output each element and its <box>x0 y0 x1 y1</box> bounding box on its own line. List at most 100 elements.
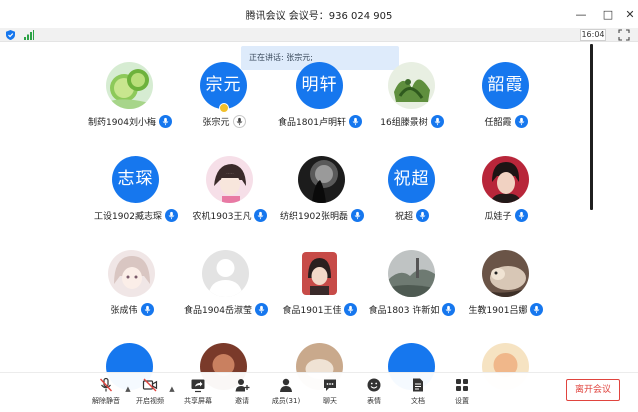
avatar <box>482 250 529 297</box>
camera-off-icon <box>142 378 158 392</box>
mic-icon[interactable] <box>158 115 172 128</box>
close-icon[interactable]: ✕ <box>619 4 638 24</box>
fullscreen-icon[interactable] <box>618 29 630 41</box>
mic-icon[interactable] <box>140 303 154 316</box>
start-video-label: 开启视频 <box>136 397 164 405</box>
participant-name: 16组滕景树 <box>380 118 428 128</box>
participant-name: 生教1901吕娜 <box>468 306 528 316</box>
avatar <box>296 250 343 297</box>
leave-meeting-button[interactable]: 离开会议 <box>566 379 620 401</box>
host-badge-icon <box>219 103 229 113</box>
scroll-rail[interactable] <box>590 44 593 210</box>
docs-button[interactable]: 文档 <box>398 377 438 411</box>
silhouette-photo-icon <box>298 156 345 203</box>
smiley-icon <box>367 378 381 392</box>
maximize-icon[interactable]: □ <box>597 4 619 24</box>
members-button[interactable]: 成员(31) <box>266 377 306 411</box>
avatar <box>388 62 435 109</box>
unmute-button[interactable]: 解除静音 <box>86 377 126 411</box>
meeting-clock: 16:04 <box>580 29 606 41</box>
participant-tile[interactable]: 制药1904刘小梅 <box>82 62 178 140</box>
participant-name: 食品1801卢明轩 <box>278 118 346 128</box>
mic-icon[interactable] <box>344 303 358 316</box>
participant-name: 祝超 <box>394 212 413 222</box>
share-screen-icon <box>191 379 205 393</box>
cartoon-avatar-icon <box>302 252 337 295</box>
shield-icon[interactable] <box>6 30 15 40</box>
status-bar: 16:04 <box>0 28 638 42</box>
avatar <box>298 156 345 203</box>
avatar <box>388 250 435 297</box>
chat-label: 聊天 <box>323 397 337 405</box>
title-bar: 腾讯会议 会议号：936 024 905 — □ ✕ <box>0 0 638 28</box>
mic-icon[interactable] <box>416 209 429 222</box>
participant-name: 食品1803 许新如 <box>368 306 440 316</box>
mic-icon[interactable] <box>164 209 178 222</box>
avatar <box>108 250 155 297</box>
participant-tile[interactable]: 张成伟 <box>84 250 180 328</box>
plant-photo-icon <box>388 62 435 109</box>
participant-tile[interactable]: 祝超 祝超 <box>364 156 460 234</box>
avatar: 韶霞 <box>482 62 529 109</box>
participant-tile[interactable]: 韶霞 任韶霞 <box>458 62 554 140</box>
unmute-label: 解除静音 <box>92 397 120 405</box>
participant-tile[interactable]: 生教1901吕娜 <box>458 250 554 328</box>
avatar <box>206 156 253 203</box>
mic-icon[interactable] <box>530 303 544 316</box>
avatar <box>482 156 529 203</box>
document-icon <box>413 378 423 392</box>
portrait-photo-icon <box>482 156 529 203</box>
share-screen-label: 共享屏幕 <box>184 397 212 405</box>
settings-label: 设置 <box>455 397 469 405</box>
members-icon <box>280 378 292 392</box>
participant-name: 任韶霞 <box>484 118 512 128</box>
start-video-button[interactable]: 开启视频 <box>130 377 170 411</box>
avatar: 志琛 <box>112 156 159 203</box>
participant-name: 纺织1902张明磊 <box>280 212 348 222</box>
default-user-icon <box>202 250 249 297</box>
participant-name: 农机1903王凡 <box>192 212 252 222</box>
meeting-toolbar: 解除静音 ▲ 开启视频 ▲ 共享屏幕 邀请 成员(31) 聊天 表情 文档 设置 <box>0 372 638 412</box>
pet-photo-icon <box>482 250 529 297</box>
participant-name: 工设1902臧志琛 <box>94 212 162 222</box>
participant-tile[interactable]: 志琛 工设1902臧志琛 <box>88 156 184 234</box>
participant-name: 食品1904岳淑莹 <box>184 306 252 316</box>
mic-icon[interactable] <box>514 115 528 128</box>
participant-name: 瓜娃子 <box>484 212 512 222</box>
settings-button[interactable]: 设置 <box>442 377 482 411</box>
reaction-button[interactable]: 表情 <box>354 377 394 411</box>
window-title: 腾讯会议 会议号：936 024 905 <box>245 11 393 22</box>
avatar <box>106 62 153 109</box>
participant-tile[interactable]: 瓜娃子 <box>458 156 554 234</box>
participant-tile[interactable]: 宗元 张宗元 <box>176 62 272 140</box>
participant-tile[interactable]: 明轩 食品1801卢明轩 <box>272 62 368 140</box>
avatar: 宗元 <box>200 62 247 109</box>
invite-button[interactable]: 邀请 <box>222 377 262 411</box>
participant-name: 张成伟 <box>110 306 138 316</box>
participant-tile[interactable]: 16组滕景树 <box>364 62 460 140</box>
grid-settings-icon <box>456 379 468 391</box>
members-label: 成员(31) <box>271 397 301 405</box>
mic-icon[interactable] <box>254 303 268 316</box>
signal-icon[interactable] <box>24 30 34 40</box>
chat-button[interactable]: 聊天 <box>310 377 350 411</box>
participant-tile[interactable]: 食品1904岳淑莹 <box>178 250 274 328</box>
mic-icon[interactable] <box>254 209 268 222</box>
invite-label: 邀请 <box>235 397 249 405</box>
participant-tile[interactable]: 纺织1902张明磊 <box>274 156 370 234</box>
mic-icon[interactable] <box>350 209 364 222</box>
mic-icon[interactable] <box>514 209 528 222</box>
share-screen-button[interactable]: 共享屏幕 <box>178 377 218 411</box>
participant-tile[interactable]: 农机1903王凡 <box>182 156 278 234</box>
mic-icon[interactable] <box>348 115 362 128</box>
minimize-icon[interactable]: — <box>570 4 592 24</box>
landscape-photo-icon <box>388 250 435 297</box>
mic-icon[interactable] <box>430 115 444 128</box>
participant-tile[interactable]: 食品1901王佳 <box>272 250 368 328</box>
video-options-caret-icon[interactable]: ▲ <box>168 385 176 393</box>
mic-muted-icon <box>99 377 113 392</box>
mic-icon[interactable] <box>232 115 246 128</box>
reaction-label: 表情 <box>367 397 381 405</box>
mic-icon[interactable] <box>442 303 456 316</box>
participant-tile[interactable]: 食品1803 许新如 <box>364 250 460 328</box>
